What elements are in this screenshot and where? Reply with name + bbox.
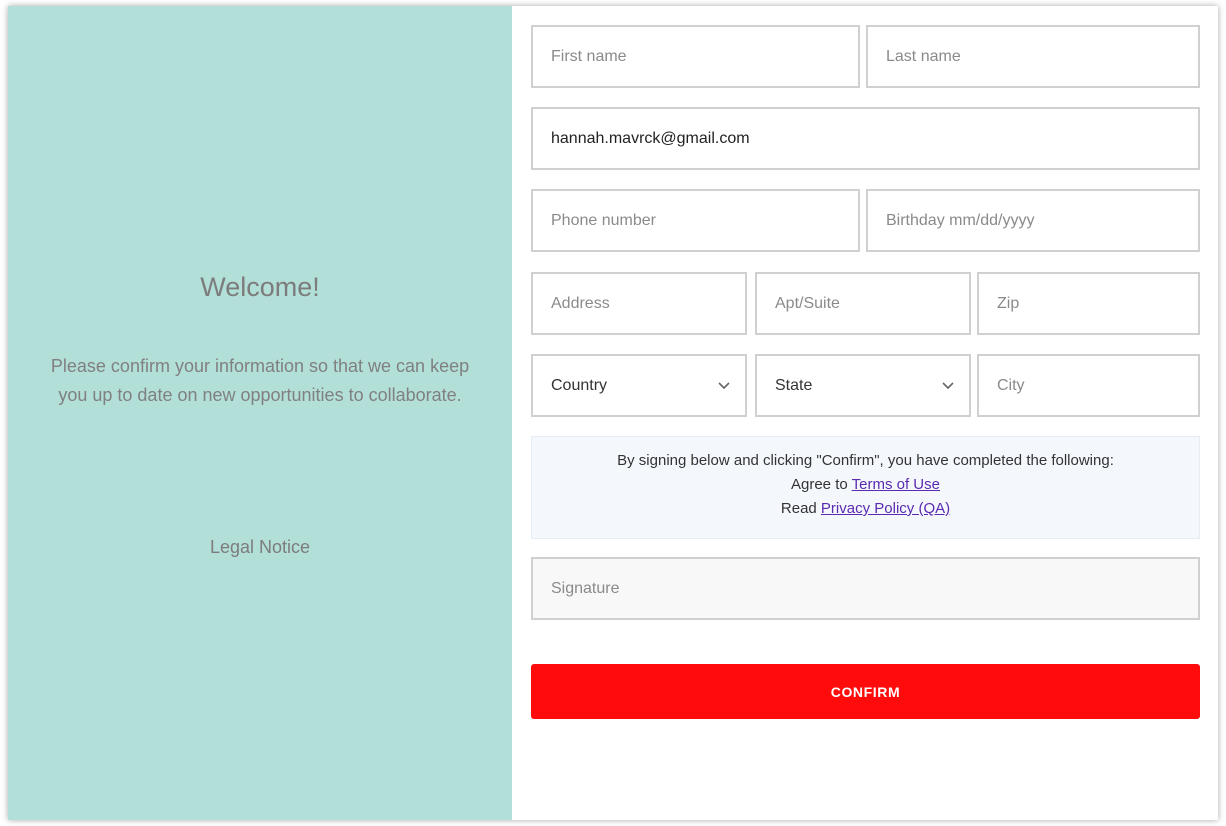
- privacy-policy-link[interactable]: Privacy Policy (QA): [821, 500, 950, 517]
- phone-input[interactable]: [551, 211, 858, 230]
- signature-field[interactable]: [531, 557, 1200, 620]
- zip-field[interactable]: [977, 272, 1200, 335]
- read-prefix: Read: [780, 500, 817, 517]
- address-input[interactable]: [551, 294, 745, 313]
- notice-terms-line: Agree to Terms of Use: [532, 473, 1199, 497]
- phone-field[interactable]: [531, 189, 860, 252]
- notice-privacy-line: Read Privacy Policy (QA): [532, 497, 1199, 521]
- welcome-message: Please confirm your information so that …: [50, 356, 470, 405]
- last-name-input[interactable]: [886, 47, 1198, 66]
- zip-input[interactable]: [997, 294, 1198, 313]
- first-name-field[interactable]: [531, 25, 860, 88]
- city-field[interactable]: [977, 354, 1200, 417]
- chevron-down-icon: [942, 381, 954, 389]
- country-select[interactable]: Country: [531, 354, 747, 417]
- address-field[interactable]: [531, 272, 747, 335]
- notice-intro: By signing below and clicking "Confirm",…: [617, 452, 1114, 469]
- last-name-field[interactable]: [866, 25, 1200, 88]
- email-input[interactable]: [551, 129, 1198, 148]
- agree-prefix: Agree to: [791, 476, 848, 493]
- terms-of-use-link[interactable]: Terms of Use: [852, 476, 940, 493]
- chevron-down-icon: [718, 381, 730, 389]
- country-select-value: Country: [551, 376, 608, 394]
- email-field[interactable]: [531, 107, 1200, 170]
- signature-input[interactable]: [551, 579, 1198, 598]
- state-select[interactable]: State: [755, 354, 971, 417]
- first-name-input[interactable]: [551, 47, 858, 66]
- apt-suite-input[interactable]: [775, 294, 969, 313]
- apt-suite-field[interactable]: [755, 272, 971, 335]
- welcome-title: Welcome!: [200, 272, 320, 302]
- terms-notice: By signing below and clicking "Confirm",…: [531, 436, 1200, 539]
- city-input[interactable]: [997, 376, 1198, 395]
- legal-notice-link[interactable]: Legal Notice: [8, 537, 512, 558]
- birthday-input[interactable]: [886, 211, 1198, 230]
- confirm-button[interactable]: CONFIRM: [531, 664, 1200, 719]
- birthday-field[interactable]: [866, 189, 1200, 252]
- state-select-value: State: [775, 376, 813, 394]
- welcome-panel: Welcome! Please confirm your information…: [8, 6, 512, 820]
